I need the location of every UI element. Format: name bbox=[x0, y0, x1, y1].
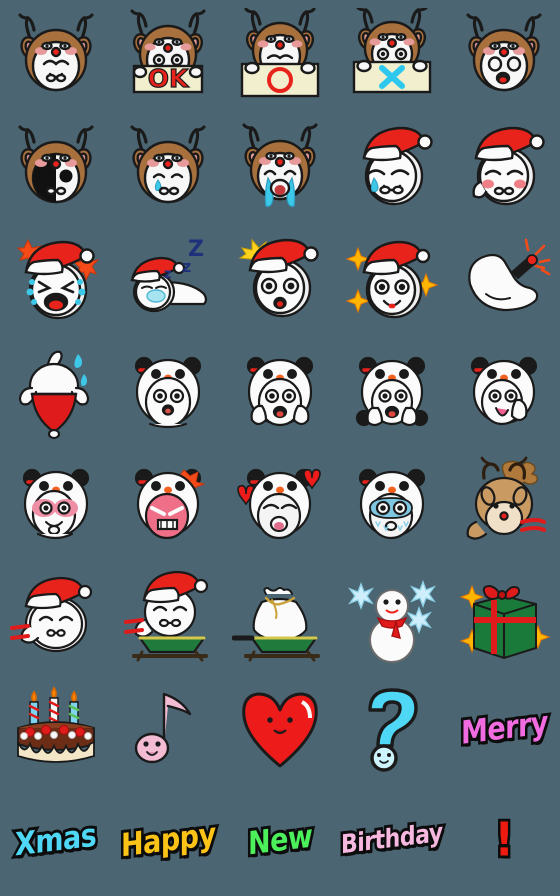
sticker-cell-reindeer-smile[interactable] bbox=[0, 0, 112, 112]
sticker-cell-santa-on-sled[interactable] bbox=[112, 560, 224, 672]
text-xmas: Xmas bbox=[8, 792, 104, 888]
ok-sign-text: OK bbox=[148, 64, 190, 93]
emoji-sticker-sheet: OK Z z z Merry Xmas Happy New Birthday ! bbox=[0, 0, 560, 896]
sticker-cell-santa-sweat-smile[interactable] bbox=[336, 112, 448, 224]
sticker-cell-gift-box[interactable] bbox=[448, 560, 560, 672]
text-happy-label: Happy bbox=[118, 813, 218, 867]
sticker-cell-reindeer-shock-dark[interactable] bbox=[0, 112, 112, 224]
panda-hood-angry-red-face bbox=[456, 456, 552, 552]
reindeer-hood-surprised-face bbox=[456, 8, 552, 104]
text-merry: Merry bbox=[456, 680, 552, 776]
santa-riding-green-sled bbox=[120, 568, 216, 664]
bear-rolling-with-firecracker bbox=[456, 232, 552, 328]
panda-hood-love-hearts-face bbox=[232, 456, 328, 552]
sticker-cell-text-xmas[interactable]: Xmas bbox=[0, 784, 112, 896]
santa-hat-shocked-flash-face bbox=[232, 232, 328, 328]
sticker-cell-panda-angry-red[interactable] bbox=[448, 448, 560, 560]
zzz-text-small: z bbox=[164, 267, 172, 282]
sticker-cell-text-new[interactable]: New bbox=[224, 784, 336, 896]
text-exclamation: ! bbox=[456, 792, 552, 888]
panda-hood-thumbs-up-figure bbox=[344, 344, 440, 440]
sticker-cell-panda-hood-plain[interactable] bbox=[112, 336, 224, 448]
sticker-cell-bear-handstand[interactable] bbox=[0, 336, 112, 448]
bear-upside-down-handstand bbox=[8, 344, 104, 440]
santa-hat-sparkling-happy-face bbox=[344, 232, 440, 328]
panda-hood-tongue-out-face bbox=[8, 456, 104, 552]
santa-hat-laughing-tears-face bbox=[8, 232, 104, 328]
sticker-cell-birthday-cake[interactable] bbox=[0, 672, 112, 784]
sticker-cell-panda-pink-mask[interactable] bbox=[112, 448, 224, 560]
sticker-cell-santa-sleeping[interactable]: Z z z bbox=[112, 224, 224, 336]
reindeer-holding-ok-sign: OK bbox=[120, 8, 216, 104]
sticker-cell-santa-sparkle-happy[interactable] bbox=[336, 224, 448, 336]
text-birthday-label: Birthday bbox=[338, 816, 445, 863]
sticker-cell-bear-rolling-bomb[interactable] bbox=[448, 224, 560, 336]
reindeer-hood-shadowed-face bbox=[8, 120, 104, 216]
reindeer-hood-crying-face bbox=[232, 120, 328, 216]
sticker-cell-reindeer-ok-sign[interactable]: OK bbox=[112, 0, 224, 112]
text-xmas-label: Xmas bbox=[13, 814, 100, 866]
panda-hood-pink-mask-figure bbox=[120, 456, 216, 552]
running-reindeer bbox=[8, 568, 104, 664]
reindeer-holding-cross-sign bbox=[344, 8, 440, 104]
sticker-cell-panda-hood-dumbbell[interactable] bbox=[448, 336, 560, 448]
zzz-text-medium: z bbox=[182, 257, 191, 276]
sticker-cell-heart-face[interactable] bbox=[224, 672, 336, 784]
sticker-cell-panda-hood-thumbs[interactable] bbox=[336, 336, 448, 448]
text-new-label: New bbox=[245, 815, 315, 865]
sticker-cell-reindeer-circle-sign[interactable] bbox=[224, 0, 336, 112]
sticker-cell-music-note[interactable] bbox=[112, 672, 224, 784]
sticker-cell-reindeer-one-tear[interactable] bbox=[112, 112, 224, 224]
sticker-cell-reindeer-running[interactable] bbox=[0, 560, 112, 672]
green-gift-box bbox=[456, 568, 552, 664]
santa-hat-sleeping-figure: Z z z bbox=[120, 232, 216, 328]
sticker-cell-santa-blush-shy[interactable] bbox=[448, 112, 560, 224]
reindeer-holding-circle-sign bbox=[232, 8, 328, 104]
sticker-cell-text-birthday[interactable]: Birthday bbox=[336, 784, 448, 896]
snowman-with-snowflakes bbox=[344, 568, 440, 664]
sticker-cell-reindeer-crying[interactable] bbox=[224, 112, 336, 224]
reindeer-hood-smiling-face bbox=[8, 8, 104, 104]
text-merry-label: Merry bbox=[458, 702, 550, 755]
panda-hood-lifting-figure bbox=[456, 344, 552, 440]
panda-hood-neutral-figure bbox=[120, 344, 216, 440]
reindeer-hood-single-tear-face bbox=[120, 120, 216, 216]
text-birthday: Birthday bbox=[338, 792, 445, 888]
sticker-cell-text-exclamation[interactable]: ! bbox=[448, 784, 560, 896]
sticker-cell-santa-laugh-tears[interactable] bbox=[0, 224, 112, 336]
sticker-cell-panda-hearts-kiss[interactable] bbox=[224, 448, 336, 560]
sticker-cell-question-mark[interactable] bbox=[336, 672, 448, 784]
gift-sack-on-sled bbox=[232, 568, 328, 664]
sticker-cell-reindeer-cross-sign[interactable] bbox=[336, 0, 448, 112]
santa-hat-sweat-smile-face bbox=[344, 120, 440, 216]
music-note-character bbox=[120, 680, 216, 776]
red-heart-character bbox=[232, 680, 328, 776]
sticker-cell-panda-tongue-out[interactable] bbox=[0, 448, 112, 560]
panda-hood-pointing-figure bbox=[232, 344, 328, 440]
sticker-cell-snowman[interactable] bbox=[336, 560, 448, 672]
text-exclamation-label: ! bbox=[492, 812, 516, 867]
sticker-cell-reindeer-surprised[interactable] bbox=[448, 0, 560, 112]
question-mark-character bbox=[344, 680, 440, 776]
sticker-cell-text-happy[interactable]: Happy bbox=[112, 784, 224, 896]
sticker-cell-panda-hood-point[interactable] bbox=[224, 336, 336, 448]
santa-hat-blushing-shy-face bbox=[456, 120, 552, 216]
sticker-cell-gift-sack-sled[interactable] bbox=[224, 560, 336, 672]
text-new: New bbox=[232, 792, 328, 888]
text-happy: Happy bbox=[118, 792, 218, 888]
sticker-cell-panda-blue-cold[interactable] bbox=[336, 448, 448, 560]
sticker-cell-text-merry[interactable]: Merry bbox=[448, 672, 560, 784]
sticker-cell-santa-shocked-yellow[interactable] bbox=[224, 224, 336, 336]
birthday-cake-with-candles bbox=[8, 680, 104, 776]
panda-hood-cold-blue-face bbox=[344, 456, 440, 552]
